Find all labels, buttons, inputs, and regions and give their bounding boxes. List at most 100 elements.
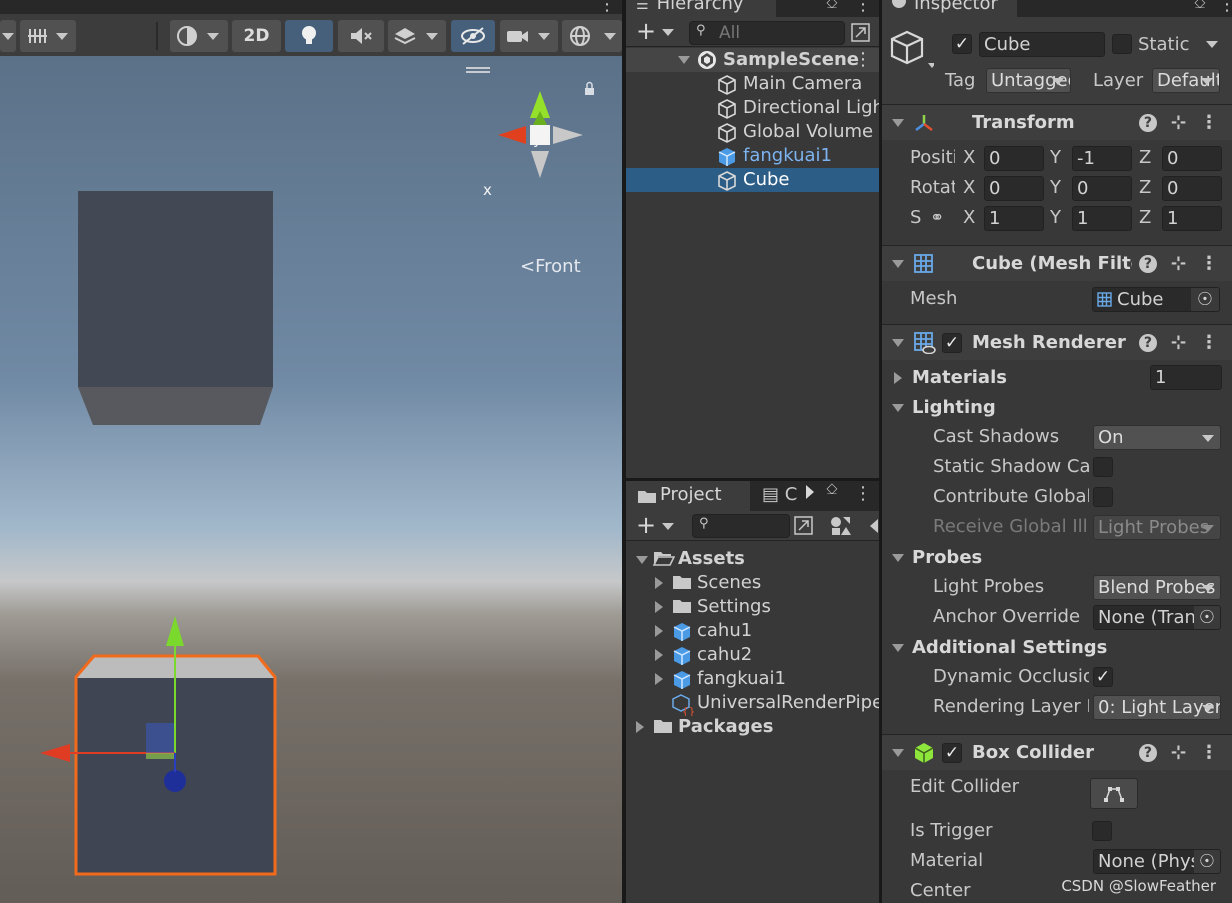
lock-icon[interactable]: ⎐	[826, 480, 838, 498]
hierarchy-more-icon[interactable]: ⋮	[854, 0, 872, 14]
expand-arrow-icon[interactable]	[678, 56, 690, 64]
cast-shadows-dropdown[interactable]: On	[1093, 425, 1221, 450]
hierarchy-scene-row[interactable]: SampleScene ⋮	[626, 48, 879, 72]
mesh-renderer-enabled-checkbox[interactable]: ✓	[942, 333, 962, 353]
axis-x-label[interactable]: X	[963, 203, 975, 233]
collapse-arrow-icon[interactable]	[636, 556, 648, 564]
axis-z-label[interactable]: Z	[1139, 173, 1151, 203]
axis-x-label[interactable]: X	[963, 143, 975, 173]
expand-arrow-icon[interactable]	[655, 649, 663, 661]
edit-collider-button[interactable]	[1090, 778, 1138, 809]
filter-by-type-icon[interactable]	[829, 515, 853, 537]
anchor-override-field[interactable]: None (Transform) ☉	[1093, 605, 1221, 630]
hierarchy-item[interactable]: Main Camera	[626, 72, 879, 96]
grid-snap-button[interactable]	[20, 20, 76, 52]
hierarchy-search-input[interactable]: ⚲ All	[689, 21, 845, 45]
transform-header[interactable]: Transform ? ⊹ ⋮	[882, 104, 1232, 140]
help-icon[interactable]: ?	[1138, 114, 1157, 132]
axis-y-label[interactable]: Y	[1050, 143, 1061, 173]
presets-icon[interactable]: ⊹	[1171, 735, 1186, 771]
scene-more-icon[interactable]: ⋮	[598, 0, 616, 14]
expand-arrow-icon[interactable]	[655, 625, 663, 637]
scale-y-field[interactable]: 1	[1072, 206, 1132, 231]
project-tree-item[interactable]: {} UniversalRenderPipelineGlobalSettings	[626, 691, 1047, 718]
scene-camera-button[interactable]	[500, 20, 558, 52]
mesh-renderer-header[interactable]: ✓ Mesh Renderer ? ⊹ ⋮	[882, 324, 1232, 360]
help-icon[interactable]: ?	[1138, 334, 1157, 352]
box-collider-header[interactable]: ✓ Box Collider ? ⊹ ⋮	[882, 734, 1232, 770]
project-search-input[interactable]: ⚲	[692, 514, 790, 538]
contribute-gi-checkbox[interactable]	[1093, 487, 1113, 507]
constrain-proportions-icon[interactable]: ⚭	[930, 203, 944, 233]
mesh-object-field[interactable]: Cube ☉	[1092, 287, 1220, 312]
static-checkbox[interactable]	[1112, 34, 1132, 54]
tool-dropdown-button[interactable]	[0, 20, 16, 52]
axis-y-label[interactable]: Y	[1050, 203, 1061, 233]
dynamic-occlusion-checkbox[interactable]: ✓	[1093, 667, 1113, 687]
project-more-icon[interactable]: ⋮	[854, 485, 872, 503]
lock-icon[interactable]: ⎐	[1194, 0, 1206, 12]
project-tree-item[interactable]: Settings	[626, 595, 879, 619]
light-probes-dropdown[interactable]: Blend Probes	[1093, 575, 1221, 600]
collider-material-field[interactable]: None (Physic Material) ☉	[1093, 849, 1221, 874]
expand-arrow-icon[interactable]	[655, 577, 663, 589]
tab-project[interactable]: Project	[626, 481, 750, 511]
hierarchy-item[interactable]: Directional Light	[626, 96, 879, 120]
object-picker-icon[interactable]: ☉	[1194, 850, 1220, 873]
scene-view[interactable]: ⋮ 2D y x <Front	[0, 0, 622, 903]
expand-arrow-icon[interactable]	[655, 601, 663, 613]
presets-icon[interactable]: ⊹	[1171, 246, 1186, 282]
hierarchy-item[interactable]: Cube	[626, 168, 879, 192]
presets-icon[interactable]: ⊹	[1171, 325, 1186, 361]
create-asset-button[interactable]: +	[636, 512, 675, 538]
tab-console[interactable]: ▤ C	[762, 484, 797, 505]
component-more-icon[interactable]: ⋮	[1200, 735, 1218, 771]
filter-by-label-icon[interactable]	[870, 519, 878, 533]
collapse-arrow-icon[interactable]	[892, 554, 904, 562]
collapse-arrow-icon[interactable]	[892, 339, 904, 347]
collapse-arrow-icon[interactable]	[892, 749, 904, 757]
box-collider-enabled-checkbox[interactable]: ✓	[942, 743, 962, 763]
object-active-checkbox[interactable]: ✓	[952, 34, 972, 54]
project-tree-item[interactable]: cahu1	[626, 619, 879, 643]
gizmos-button[interactable]	[562, 20, 622, 52]
tab-scroll-right-icon[interactable]	[806, 485, 814, 499]
materials-row[interactable]: Materials 1	[882, 363, 1232, 393]
layer-dropdown[interactable]: Default	[1152, 68, 1220, 93]
additional-settings-foldout[interactable]: Additional Settings	[882, 633, 1232, 663]
expand-arrow-icon[interactable]	[655, 673, 663, 685]
inspector-more-icon[interactable]: ⋮	[1218, 0, 1232, 14]
materials-count-field[interactable]: 1	[1150, 365, 1222, 390]
audio-toggle-button[interactable]	[338, 20, 384, 52]
lock-icon[interactable]: ⎐	[826, 0, 838, 12]
axis-y-label[interactable]: Y	[1050, 173, 1061, 203]
axis-z-label[interactable]: Z	[1139, 203, 1151, 233]
project-tree-item[interactable]: fangkuai1	[626, 667, 879, 691]
open-search-window-icon[interactable]	[793, 515, 815, 537]
probes-foldout[interactable]: Probes	[882, 543, 1232, 573]
object-picker-icon[interactable]: ☉	[1194, 606, 1220, 629]
component-more-icon[interactable]: ⋮	[1200, 246, 1218, 282]
rendering-layer-dropdown[interactable]: 0: Light Layer default	[1093, 695, 1221, 720]
hierarchy-item[interactable]: fangkuai1	[626, 144, 879, 168]
scene-viewport[interactable]: y x <Front	[0, 56, 622, 903]
shading-mode-button[interactable]	[170, 20, 228, 52]
collapse-arrow-icon[interactable]	[892, 404, 904, 412]
expand-arrow-icon[interactable]	[894, 372, 902, 384]
expand-arrow-icon[interactable]	[636, 721, 644, 733]
gameobject-cube-icon[interactable]	[890, 30, 934, 74]
tab-inspector[interactable]: Inspector	[882, 0, 1017, 17]
effects-button[interactable]	[388, 20, 446, 52]
collapse-arrow-icon[interactable]	[892, 260, 904, 268]
help-icon[interactable]: ?	[1138, 255, 1157, 273]
object-picker-icon[interactable]: ☉	[1191, 288, 1219, 311]
visibility-toggle-button[interactable]	[451, 20, 495, 52]
scale-z-field[interactable]: 1	[1162, 206, 1222, 231]
collapse-arrow-icon[interactable]	[892, 119, 904, 127]
help-icon[interactable]: ?	[1138, 744, 1157, 762]
is-trigger-checkbox[interactable]	[1092, 821, 1112, 841]
project-tree-item[interactable]: cahu2	[626, 643, 879, 667]
axis-z-label[interactable]: Z	[1139, 143, 1151, 173]
collapse-arrow-icon[interactable]	[892, 644, 904, 652]
component-more-icon[interactable]: ⋮	[1200, 325, 1218, 361]
